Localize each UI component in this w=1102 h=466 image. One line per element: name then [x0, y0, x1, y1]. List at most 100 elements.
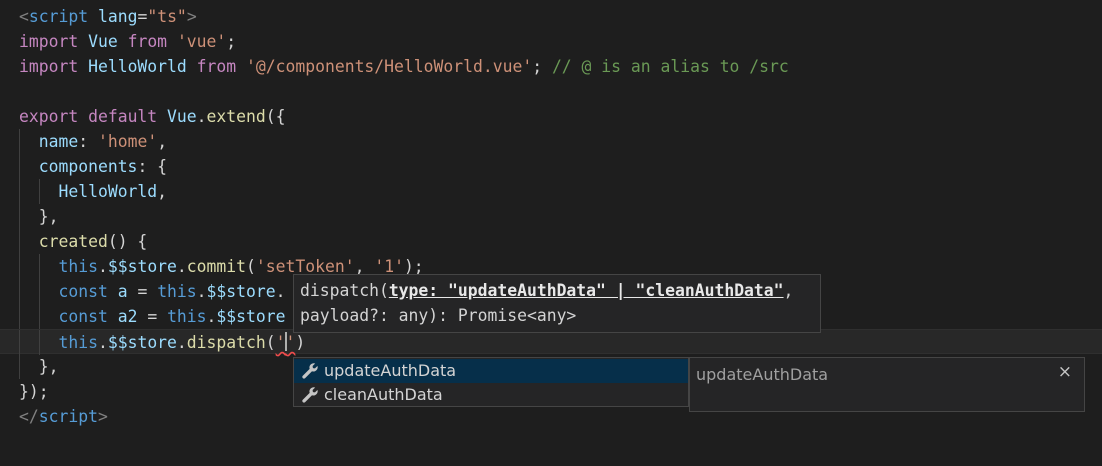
close-icon[interactable]: × [1058, 362, 1072, 382]
code-token: from [127, 32, 168, 51]
code-text: created() { [19, 229, 148, 254]
code-token: a [117, 282, 128, 301]
code-token: components [38, 157, 138, 176]
code-line[interactable]: import Vue from 'vue'; [0, 29, 1102, 54]
code-token: commit [186, 257, 247, 276]
code-text: components: { [19, 154, 167, 179]
code-line[interactable]: created() { [0, 229, 1102, 254]
code-token: 'home' [97, 132, 158, 151]
code-token: created [38, 232, 108, 251]
code-token: < [19, 7, 29, 26]
code-token: ; [226, 32, 237, 51]
code-token: . [176, 333, 187, 352]
code-token: $$store [216, 307, 286, 326]
code-token: $$store [206, 282, 276, 301]
code-token: = [137, 7, 148, 26]
code-token: lang [97, 7, 138, 26]
code-token: import [19, 57, 79, 76]
signature-help-popup: dispatch(type: "updateAuthData" | "clean… [293, 274, 821, 333]
code-token: // @ is an alias to /src [551, 57, 789, 76]
code-token: a2 [117, 307, 138, 326]
code-token: () { [107, 232, 148, 251]
suggest-widget: updateAuthData cleanAuthData [293, 357, 689, 407]
code-text: }, [19, 354, 59, 379]
code-token: }, [19, 357, 59, 376]
code-token: ) [295, 333, 306, 352]
code-token: "ts" [147, 7, 187, 26]
signature-second-line: payload?: any): Promise<any> [300, 306, 577, 325]
wrench-icon [301, 362, 319, 380]
code-text: <script lang="ts"> [19, 4, 197, 29]
code-text: }, [19, 204, 59, 229]
code-token: }); [19, 382, 49, 401]
code-text: const a2 = this.$$store [19, 304, 286, 329]
signature-active-parameter: type: "updateAuthData" | "cleanAuthData" [388, 281, 784, 300]
code-token: </ [19, 407, 39, 426]
code-token: ({ [265, 107, 286, 126]
code-token: , [157, 132, 168, 151]
code-line[interactable]: }, [0, 204, 1102, 229]
code-token: default [88, 107, 158, 126]
code-token: . [196, 282, 207, 301]
code-token: name [38, 132, 79, 151]
code-token: export [19, 107, 79, 126]
suggest-item-label: cleanAuthData [324, 385, 443, 404]
code-line[interactable]: export default Vue.extend({ [0, 104, 1102, 129]
code-token: . [206, 307, 217, 326]
code-token: script [38, 407, 98, 426]
code-token: . [176, 257, 187, 276]
code-token: this [157, 282, 197, 301]
code-line[interactable]: HelloWorld, [0, 179, 1102, 204]
code-token: . [196, 107, 207, 126]
code-token: '@/components/HelloWorld.vue' [246, 57, 533, 76]
code-token: HelloWorld [58, 182, 158, 201]
code-token: > [97, 407, 108, 426]
code-token: HelloWorld [88, 57, 187, 76]
signature-prefix: dispatch( [300, 281, 389, 300]
code-token: $$store [107, 333, 177, 352]
code-token: ; [532, 57, 552, 76]
code-text: import HelloWorld from '@/components/Hel… [19, 54, 789, 79]
code-line[interactable]: name: 'home', [0, 129, 1102, 154]
code-text: name: 'home', [19, 129, 167, 154]
code-token: Vue [88, 32, 118, 51]
code-token: : { [137, 157, 168, 176]
code-line[interactable]: components: { [0, 154, 1102, 179]
code-token: script [28, 7, 89, 26]
suggest-item[interactable]: cleanAuthData [294, 383, 688, 407]
code-token: . [97, 333, 108, 352]
code-text: HelloWorld, [19, 179, 167, 204]
code-token: . [275, 282, 286, 301]
code-token: ( [265, 333, 276, 352]
code-token: Vue [167, 107, 197, 126]
details-title: updateAuthData [696, 365, 829, 384]
code-line[interactable]: import HelloWorld from '@/components/Hel… [0, 54, 1102, 79]
code-token: 'vue' [176, 32, 227, 51]
wrench-icon [301, 386, 319, 404]
code-line[interactable] [0, 79, 1102, 104]
code-token: const [58, 282, 108, 301]
suggest-details-panel: updateAuthData × [689, 357, 1085, 412]
code-text: this.$$store.dispatch('') [19, 330, 305, 355]
suggest-item[interactable]: updateAuthData [294, 359, 688, 383]
code-text: }); [19, 379, 49, 404]
signature-suffix: , [783, 281, 794, 300]
code-token: this [167, 307, 207, 326]
code-line[interactable]: <script lang="ts"> [0, 4, 1102, 29]
code-token: import [19, 32, 79, 51]
